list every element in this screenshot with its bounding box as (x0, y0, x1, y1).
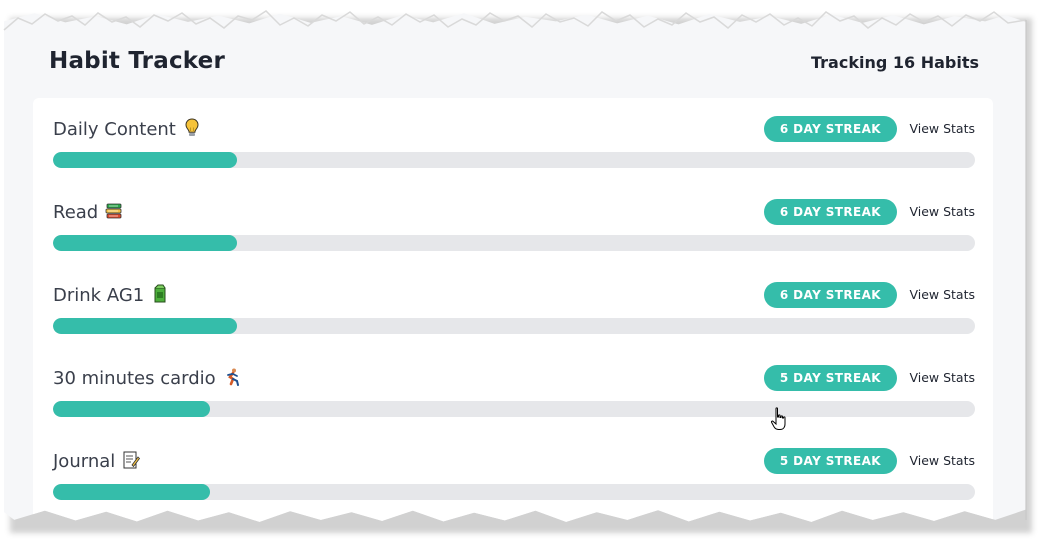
view-stats-link[interactable]: View Stats (909, 204, 975, 219)
habit-row: Read 6 DAY STREAK View Stats (53, 187, 975, 251)
view-stats-link[interactable]: View Stats (909, 370, 975, 385)
progress-fill (53, 318, 238, 334)
tracking-count: Tracking 16 Habits (811, 53, 979, 72)
progress-track (53, 318, 975, 334)
streak-badge: 5 DAY STREAK (763, 448, 897, 474)
lightbulb-icon (185, 118, 199, 136)
view-stats-link[interactable]: View Stats (909, 453, 975, 468)
streak-badge: 6 DAY STREAK (763, 199, 897, 225)
books-icon (105, 203, 122, 219)
runner-icon (226, 368, 239, 386)
view-stats-link[interactable]: View Stats (909, 287, 975, 302)
screenshot-frame: Habit Tracker Tracking 16 Habits Daily C… (0, 0, 1048, 551)
progress-track (53, 401, 975, 417)
habit-tracker-app: Habit Tracker Tracking 16 Habits Daily C… (4, 13, 1026, 522)
habit-row: 30 minutes cardio 5 DAY STREAK View Stat… (53, 353, 975, 417)
habit-name: 30 minutes cardio (53, 367, 242, 389)
habit-name: Daily Content (53, 118, 202, 140)
progress-fill (53, 235, 238, 251)
green-drink-icon (154, 284, 166, 303)
habits-card: Daily Content 6 DAY STREAK View Stats Re… (33, 98, 993, 522)
view-stats-link[interactable]: View Stats (909, 121, 975, 136)
progress-fill (53, 484, 210, 500)
hand-cursor-icon (770, 407, 786, 430)
habit-name: Read (53, 201, 124, 223)
habit-row: Drink AG1 6 DAY STREAK View Stats (53, 270, 975, 334)
memo-icon (123, 451, 141, 469)
habit-row: Daily Content 6 DAY STREAK View Stats (53, 104, 975, 168)
progress-fill (53, 152, 238, 168)
streak-badge: 6 DAY STREAK (763, 116, 897, 142)
habit-row: Journal 5 DAY STREAK View Stats (53, 436, 975, 500)
progress-track (53, 152, 975, 168)
streak-badge: 5 DAY STREAK (763, 365, 897, 391)
habit-name: Drink AG1 (53, 284, 170, 306)
page-title: Habit Tracker (49, 48, 225, 74)
progress-track (53, 235, 975, 251)
streak-badge: 6 DAY STREAK (763, 282, 897, 308)
header: Habit Tracker Tracking 16 Habits (49, 48, 979, 78)
progress-track (53, 484, 975, 500)
progress-fill (53, 401, 210, 417)
habit-name: Journal (53, 450, 141, 472)
